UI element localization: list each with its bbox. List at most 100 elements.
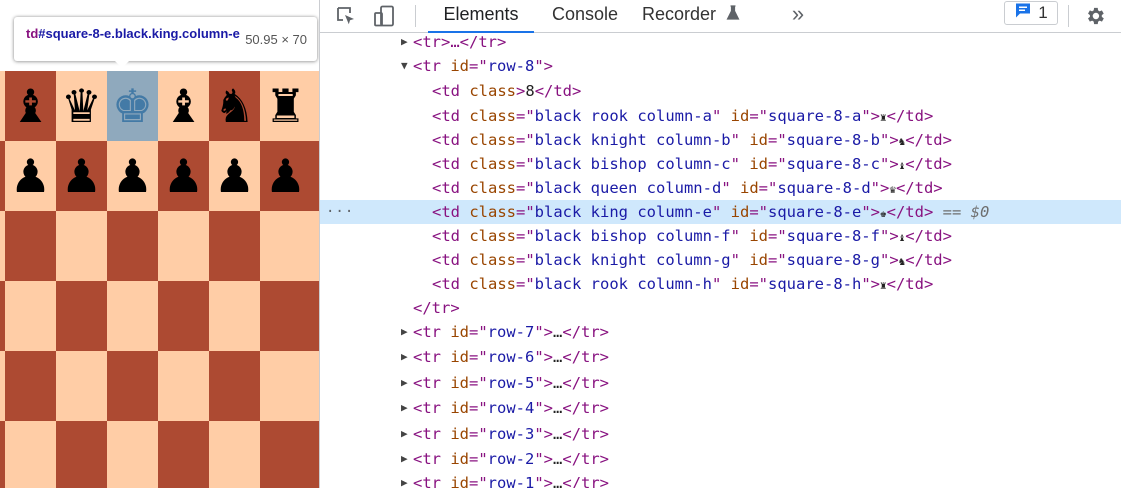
- tab-elements[interactable]: Elements: [428, 0, 534, 33]
- expand-arrow-icon[interactable]: ▶: [401, 371, 413, 395]
- board-square[interactable]: [5, 351, 56, 421]
- tooltip-selector: td#square-8-e.black.king.column-e: [26, 26, 246, 41]
- collapse-arrow-icon[interactable]: ▼: [401, 54, 413, 78]
- toolbar-divider: [1068, 5, 1069, 27]
- board-square[interactable]: [56, 351, 107, 421]
- more-options-icon[interactable]: ···: [326, 200, 354, 224]
- board-square[interactable]: [209, 281, 260, 351]
- expand-arrow-icon[interactable]: ▶: [401, 345, 413, 369]
- board-square[interactable]: ♛: [56, 71, 107, 141]
- dom-node[interactable]: ▶ <tr id="row-4">…</tr>: [320, 396, 1121, 420]
- board-square[interactable]: [158, 351, 209, 421]
- board-square[interactable]: [5, 421, 56, 488]
- device-toolbar-icon[interactable]: [370, 3, 398, 29]
- board-square[interactable]: [107, 421, 158, 488]
- chess-piece[interactable]: ♟: [61, 141, 102, 211]
- dom-node[interactable]: <td class="black rook column-h" id="squa…: [320, 272, 1121, 296]
- dom-node[interactable]: ▶ <tr id="row-2">…</tr>: [320, 447, 1121, 471]
- board-square[interactable]: [158, 211, 209, 281]
- dom-node[interactable]: ▼ <tr id="row-8">: [320, 54, 1121, 78]
- dom-node[interactable]: ▶ <tr>…</tr>: [320, 30, 1121, 54]
- chess-piece[interactable]: ♟: [163, 141, 204, 211]
- inspect-tooltip: td#square-8-e.black.king.column-e 50.95 …: [14, 17, 317, 61]
- board-square[interactable]: [56, 421, 107, 488]
- board-square[interactable]: [209, 421, 260, 488]
- dom-node-markup: <tr id="row-1">…</tr>: [413, 474, 610, 488]
- dom-node[interactable]: <td class="black knight column-b" id="sq…: [320, 128, 1121, 152]
- expand-arrow-icon[interactable]: ▶: [401, 422, 413, 446]
- expand-arrow-icon[interactable]: ▶: [401, 30, 413, 54]
- chess-piece[interactable]: ♛: [61, 71, 102, 141]
- board-square[interactable]: ♜: [260, 71, 311, 141]
- web-page: ♝ ♛ ♚ ♝ ♞ ♜ ♟ ♟ ♟ ♟ ♟ ♟ td#square-8-e.black.king.co…: [0, 0, 319, 488]
- chess-piece[interactable]: ♚: [112, 71, 153, 141]
- board-square[interactable]: [158, 421, 209, 488]
- inspect-element-icon[interactable]: [332, 3, 360, 29]
- dom-node[interactable]: ▶ <tr id="row-1">…</tr>: [320, 471, 1121, 488]
- board-square[interactable]: [260, 211, 311, 281]
- board-square[interactable]: ♟: [107, 141, 158, 211]
- dom-node-selected[interactable]: ··· <td class="black king column-e" id="s…: [320, 200, 1121, 224]
- board-square[interactable]: [158, 281, 209, 351]
- dom-node[interactable]: ▶ <tr id="row-6">…</tr>: [320, 345, 1121, 369]
- board-square[interactable]: ♟: [260, 141, 311, 211]
- board-square-edge: [311, 351, 319, 421]
- dom-node-markup: <tr id="row-4">…</tr>: [413, 399, 610, 417]
- board-square-selected[interactable]: ♚: [107, 71, 158, 141]
- board-square[interactable]: [260, 281, 311, 351]
- board-square[interactable]: [56, 281, 107, 351]
- chess-piece[interactable]: ♞: [214, 71, 255, 141]
- expand-arrow-icon[interactable]: ▶: [401, 320, 413, 344]
- chess-piece[interactable]: ♟: [214, 141, 255, 211]
- dom-node[interactable]: <td class="black queen column-d" id="squ…: [320, 176, 1121, 200]
- dom-node-markup: <td class>8</td>: [432, 82, 582, 100]
- board-square[interactable]: [56, 211, 107, 281]
- board-square[interactable]: ♞: [209, 71, 260, 141]
- chess-piece[interactable]: ♜: [265, 71, 306, 141]
- chess-piece[interactable]: ♟: [265, 141, 306, 211]
- tooltip-selector-text: #square-8-e.black.king.column-e: [38, 26, 240, 41]
- board-square[interactable]: ♝: [5, 71, 56, 141]
- dom-node-markup: <tr id="row-5">…</tr>: [413, 374, 610, 392]
- chess-piece[interactable]: ♟: [112, 141, 153, 211]
- dom-node[interactable]: ▶ <tr id="row-7">…</tr>: [320, 320, 1121, 344]
- tooltip-size: 50.95 × 70: [245, 32, 307, 47]
- board-square[interactable]: [260, 421, 311, 488]
- board-square[interactable]: ♟: [5, 141, 56, 211]
- dom-node[interactable]: <td class="black bishop column-f" id="sq…: [320, 224, 1121, 248]
- board-square[interactable]: ♟: [56, 141, 107, 211]
- dom-node[interactable]: ▶ <tr id="row-5">…</tr>: [320, 371, 1121, 395]
- board-square[interactable]: ♟: [158, 141, 209, 211]
- dom-node[interactable]: <td class>8</td>: [320, 79, 1121, 103]
- board-square[interactable]: ♟: [209, 141, 260, 211]
- expand-arrow-icon[interactable]: ▶: [401, 396, 413, 420]
- board-square[interactable]: [260, 351, 311, 421]
- chess-piece[interactable]: ♝: [163, 71, 204, 141]
- dom-node[interactable]: <td class="black knight column-g" id="sq…: [320, 248, 1121, 272]
- board-square[interactable]: [107, 211, 158, 281]
- dom-node[interactable]: <td class="black bishop column-c" id="sq…: [320, 152, 1121, 176]
- board-square[interactable]: [107, 351, 158, 421]
- dom-node-markup: <tr id="row-7">…</tr>: [413, 323, 610, 341]
- chess-board: ♝ ♛ ♚ ♝ ♞ ♜ ♟ ♟ ♟ ♟ ♟ ♟: [0, 71, 319, 488]
- tab-recorder[interactable]: Recorder: [642, 0, 752, 33]
- board-square[interactable]: [209, 211, 260, 281]
- board-square[interactable]: [5, 281, 56, 351]
- expand-arrow-icon[interactable]: ▶: [401, 447, 413, 471]
- chess-piece[interactable]: ♟: [10, 141, 51, 211]
- board-square[interactable]: [5, 211, 56, 281]
- expand-arrow-icon[interactable]: ▶: [401, 471, 413, 488]
- dom-node[interactable]: <td class="black rook column-a" id="squa…: [320, 104, 1121, 128]
- board-square[interactable]: [107, 281, 158, 351]
- tab-recorder-label: Recorder: [642, 4, 717, 24]
- dom-node[interactable]: ▶ <tr id="row-3">…</tr>: [320, 422, 1121, 446]
- board-square[interactable]: [209, 351, 260, 421]
- gear-icon[interactable]: [1081, 3, 1109, 29]
- issues-button[interactable]: 1: [1004, 1, 1058, 25]
- board-square[interactable]: ♝: [158, 71, 209, 141]
- issues-count: 1: [1038, 3, 1048, 22]
- chess-piece[interactable]: ♝: [10, 71, 51, 141]
- more-tabs-button[interactable]: »: [786, 0, 810, 33]
- dom-node[interactable]: </tr>: [320, 296, 1121, 320]
- tab-console[interactable]: Console: [542, 0, 628, 33]
